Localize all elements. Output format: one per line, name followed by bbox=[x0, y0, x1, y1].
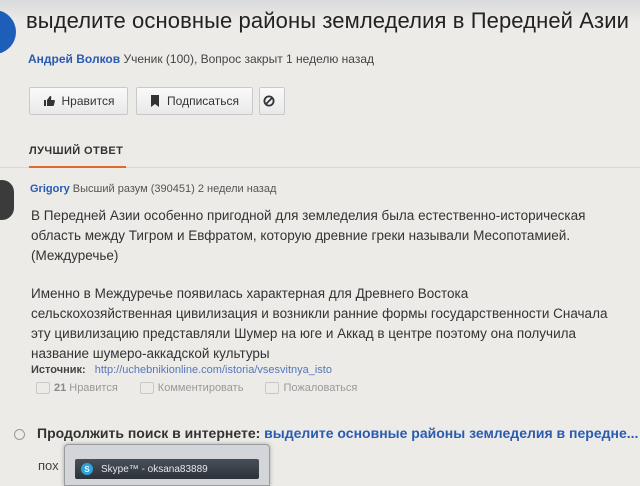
question-title: выделите основные районы земледелия в Пе… bbox=[26, 8, 630, 33]
answer-comment-label: Комментировать bbox=[157, 382, 244, 394]
question-author-info: Ученик (100), Вопрос закрыт 1 неделю наз… bbox=[123, 52, 375, 66]
bookmark-icon bbox=[151, 95, 160, 107]
like-button-label: Нравится bbox=[61, 94, 115, 108]
source-link[interactable]: http://uchebnikionline.com/istoria/vsesv… bbox=[95, 364, 332, 376]
next-line-text: пох bbox=[38, 458, 59, 473]
answer-like-label: Нравится bbox=[69, 382, 118, 394]
continue-search-label: Продолжить поиск в интернете: bbox=[37, 425, 261, 441]
thumbs-up-icon bbox=[36, 382, 50, 394]
answer-avatar[interactable] bbox=[0, 180, 14, 220]
answer-report-action[interactable]: Пожаловаться bbox=[265, 382, 357, 394]
block-icon bbox=[263, 95, 274, 107]
thumbs-up-icon bbox=[43, 96, 55, 106]
block-button[interactable] bbox=[259, 87, 285, 115]
answer-like-count: 21 bbox=[54, 382, 67, 394]
best-answer-underline bbox=[29, 166, 126, 168]
answer-comment-action[interactable]: Комментировать bbox=[139, 382, 244, 394]
answer-source: Источник: http://uchebnikionline.com/ist… bbox=[31, 364, 332, 376]
report-icon bbox=[265, 382, 280, 394]
search-query-link[interactable]: выделите основные районы земледелия в пе… bbox=[264, 425, 638, 441]
like-button[interactable]: Нравится bbox=[29, 87, 128, 115]
answer-report-label: Пожаловаться bbox=[283, 382, 358, 394]
subscribe-button[interactable]: Подписаться bbox=[136, 87, 253, 115]
question-author-link[interactable]: Андрей Волков bbox=[28, 52, 120, 66]
source-label: Источник: bbox=[31, 364, 86, 376]
answer-author-link[interactable]: Grigory bbox=[30, 183, 70, 195]
continue-search: Продолжить поиск в интернете: выделите о… bbox=[14, 425, 638, 441]
answer-paragraph-1: В Передней Азии особенно пригодной для з… bbox=[31, 208, 586, 263]
answer-actions: 21 Нравится Комментировать Пожаловаться bbox=[36, 382, 357, 394]
answer-text: В Передней Азии особенно пригодной для з… bbox=[31, 206, 611, 382]
comment-icon bbox=[139, 382, 154, 394]
answer-like-action[interactable]: 21 Нравится bbox=[36, 382, 118, 394]
skype-window-label: Skype™ - oksana83889 bbox=[101, 463, 208, 475]
skype-icon: S bbox=[81, 463, 93, 475]
answer-meta: Grigory Высший разум (390451) 2 недели н… bbox=[30, 183, 276, 195]
answer-paragraph-2: Именно в Междуречье появилась характерна… bbox=[31, 286, 608, 361]
search-radio-icon[interactable] bbox=[14, 428, 25, 440]
subscribe-button-label: Подписаться bbox=[167, 94, 239, 108]
skype-taskbar-item[interactable]: S Skype™ - oksana83889 bbox=[75, 459, 259, 479]
question-meta: Андрей Волков Ученик (100), Вопрос закры… bbox=[28, 52, 374, 66]
answer-author-info: Высший разум (390451) 2 недели назад bbox=[72, 183, 277, 195]
best-answer-header: ЛУЧШИЙ ОТВЕТ bbox=[29, 145, 124, 157]
